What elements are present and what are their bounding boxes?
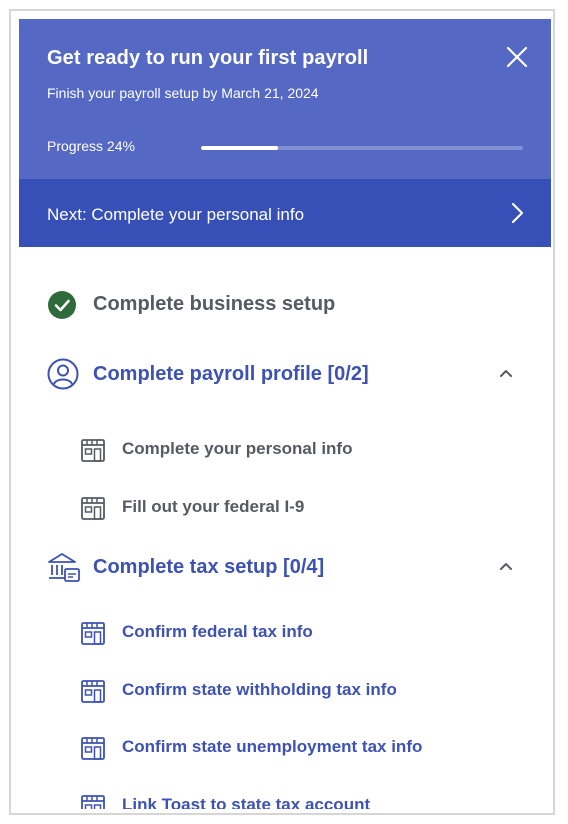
task-label: Confirm state withholding tax info — [122, 680, 397, 699]
panel-header: Get ready to run your first payroll Fini… — [19, 19, 551, 179]
task-label: Confirm federal tax info — [122, 622, 313, 641]
chevron-right-icon — [511, 202, 524, 224]
progress-bar — [201, 146, 523, 150]
task-label: Complete your personal info — [122, 439, 353, 458]
task-state-withholding[interactable]: Confirm state withholding tax info — [19, 674, 551, 706]
check-circle-icon — [48, 291, 76, 319]
next-step-label: Next: Complete your personal info — [47, 205, 305, 224]
bank-icon — [48, 553, 80, 582]
section-business-setup[interactable]: Complete business setup — [19, 287, 551, 323]
building-icon — [79, 677, 107, 710]
building-icon — [79, 619, 107, 652]
panel-subtitle: Finish your payroll setup by March 21, 2… — [47, 85, 319, 101]
chevron-up-icon[interactable] — [497, 558, 515, 576]
task-label: Confirm state unemployment tax info — [122, 737, 423, 756]
task-federal-tax[interactable]: Confirm federal tax info — [19, 616, 551, 648]
section-payroll-profile[interactable]: Complete payroll profile [0/2] — [19, 354, 551, 394]
section-label: Complete tax setup [0/4] — [93, 556, 325, 578]
close-icon — [506, 46, 528, 68]
task-link-state-account[interactable]: Link Toast to state tax account — [19, 789, 551, 809]
panel-title: Get ready to run your first payroll — [47, 47, 369, 69]
building-icon — [79, 734, 107, 767]
chevron-up-icon[interactable] — [497, 365, 515, 383]
task-label: Link Toast to state tax account — [122, 795, 371, 809]
next-step-button[interactable]: Next: Complete your personal info — [19, 179, 551, 247]
progress-label: Progress 24% — [47, 138, 135, 154]
task-label: Fill out your federal I-9 — [122, 497, 305, 516]
checklist-frame: Get ready to run your first payroll Fini… — [9, 9, 555, 815]
user-circle-icon — [47, 358, 79, 390]
payroll-setup-panel: Get ready to run your first payroll Fini… — [19, 19, 551, 809]
task-personal-info[interactable]: Complete your personal info — [19, 433, 551, 465]
task-federal-i9[interactable]: Fill out your federal I-9 — [19, 491, 551, 523]
task-state-unemployment[interactable]: Confirm state unemployment tax info — [19, 731, 551, 763]
section-label: Complete payroll profile [0/2] — [93, 363, 369, 385]
building-icon — [79, 792, 107, 809]
building-icon — [79, 436, 107, 469]
progress-bar-fill — [201, 146, 279, 150]
section-label: Complete business setup — [93, 293, 336, 315]
section-tax-setup[interactable]: Complete tax setup [0/4] — [19, 547, 551, 587]
building-icon — [79, 494, 107, 527]
close-button[interactable] — [501, 41, 533, 73]
